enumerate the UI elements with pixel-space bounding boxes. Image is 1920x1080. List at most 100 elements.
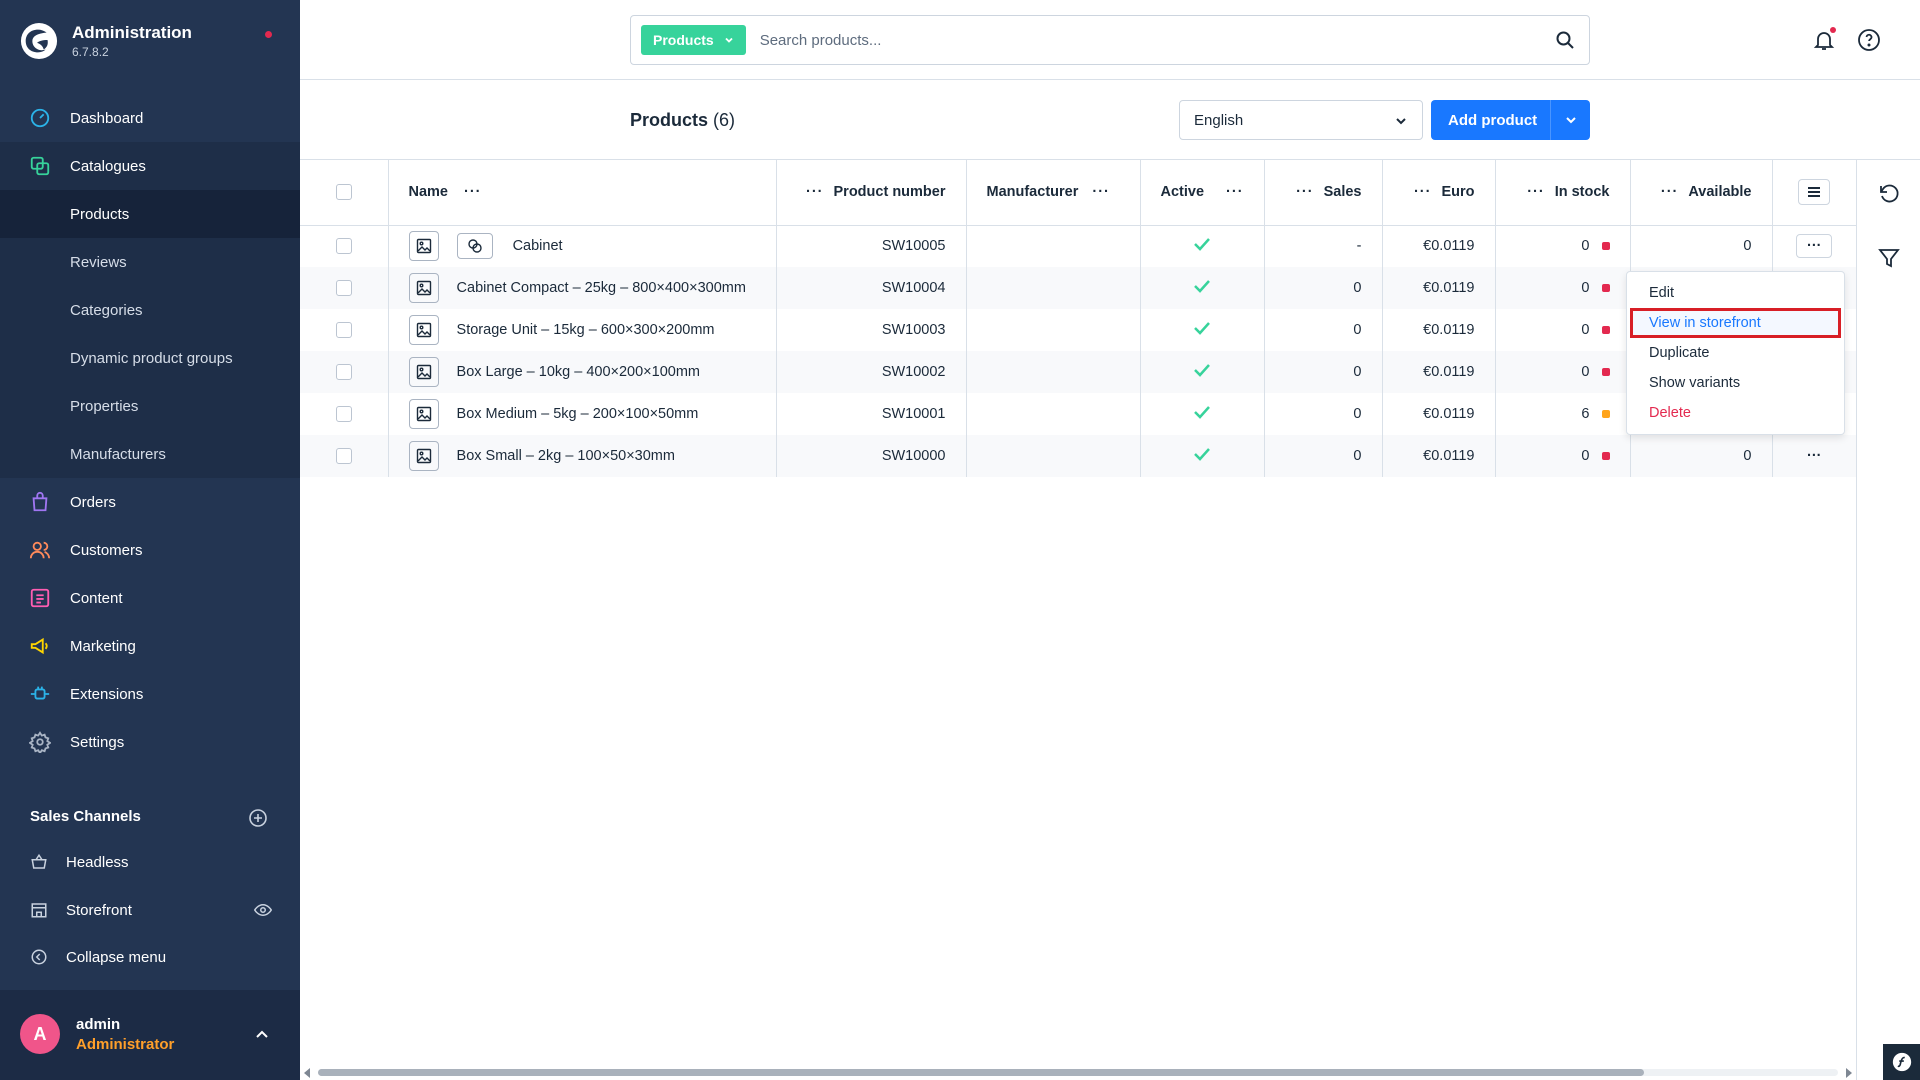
search-icon[interactable]	[1555, 30, 1575, 50]
sub-item-manufacturers[interactable]: Manufacturers	[0, 430, 300, 478]
nav-item-dashboard[interactable]: Dashboard	[0, 94, 300, 142]
language-select[interactable]: English	[1179, 100, 1423, 140]
checkmark-icon	[1194, 280, 1210, 293]
nav-item-catalogues[interactable]: Catalogues	[0, 142, 300, 190]
nav-item-content[interactable]: Content	[0, 574, 300, 622]
column-menu-icon[interactable]: ···	[464, 184, 482, 200]
add-sales-channel-icon[interactable]	[248, 808, 268, 828]
user-menu[interactable]: A admin Administrator	[0, 990, 300, 1080]
chevron-up-icon	[256, 1030, 268, 1038]
refresh-icon[interactable]	[1877, 182, 1901, 206]
row-checkbox[interactable]	[335, 238, 352, 255]
nav-item-customers[interactable]: Customers	[0, 526, 300, 574]
sub-item-products[interactable]: Products	[0, 190, 300, 238]
column-header-in-stock[interactable]: ··· In stock	[1495, 160, 1631, 226]
scrollbar-thumb[interactable]	[318, 1069, 1644, 1076]
column-header-available[interactable]: ··· Available	[1630, 160, 1773, 226]
row-checkbox[interactable]	[335, 322, 352, 339]
collapse-menu[interactable]: Collapse menu	[28, 937, 278, 977]
eye-icon[interactable]	[254, 901, 272, 919]
symfony-toolbar-icon[interactable]	[1883, 1044, 1920, 1080]
active-cell	[1140, 309, 1265, 351]
table-row[interactable]: Box Small – 2kg – 100×50×30mm SW10000 0 …	[300, 435, 1856, 477]
nav-item-marketing[interactable]: Marketing	[0, 622, 300, 670]
column-menu-icon[interactable]: ···	[1092, 184, 1110, 200]
product-name-link[interactable]: Storage Unit – 15kg – 600×300×200mm	[457, 322, 715, 338]
row-actions-button[interactable]: ···	[1796, 444, 1832, 468]
stock-status-indicator	[1601, 452, 1610, 461]
nav-item-extensions[interactable]: Extensions	[0, 670, 300, 718]
horizontal-scrollbar[interactable]	[300, 1064, 1856, 1080]
product-name-link[interactable]: Cabinet	[513, 238, 563, 254]
product-name-link[interactable]: Box Small – 2kg – 100×50×30mm	[457, 448, 675, 464]
column-menu-icon[interactable]: ···	[1296, 184, 1314, 200]
product-name-link[interactable]: Box Medium – 5kg – 200×100×50mm	[457, 406, 699, 422]
column-header-sales[interactable]: ··· Sales	[1264, 160, 1383, 226]
sub-item-reviews[interactable]: Reviews	[0, 238, 300, 286]
product-name-link[interactable]: Cabinet Compact – 25kg – 800×400×300mm	[457, 280, 746, 296]
sales-cell: 0	[1264, 267, 1383, 309]
search-type-button[interactable]: Products	[641, 25, 746, 55]
nav-item-settings[interactable]: Settings	[0, 718, 300, 766]
menu-item-delete[interactable]: Delete	[1627, 398, 1844, 428]
column-header-name[interactable]: Name ···	[388, 160, 777, 226]
product-name-link[interactable]: Box Large – 10kg – 400×200×100mm	[457, 364, 700, 380]
sub-item-categories[interactable]: Categories	[0, 286, 300, 334]
search-input[interactable]	[759, 31, 1540, 49]
stock-cell: 0	[1495, 267, 1631, 309]
table-row[interactable]: Box Medium – 5kg – 200×100×50mm SW10001 …	[300, 393, 1856, 435]
language-value: English	[1194, 111, 1244, 129]
select-all-checkbox[interactable]	[335, 184, 352, 201]
menu-item-view-in-storefront[interactable]: View in storefront	[1630, 308, 1841, 338]
scroll-right-arrow-icon[interactable]	[1846, 1068, 1852, 1078]
help-icon[interactable]	[1857, 28, 1881, 52]
symfony-logo-icon	[1892, 1052, 1911, 1072]
sales-channel-storefront[interactable]: Storefront	[28, 890, 278, 930]
chevron-down-icon	[1396, 118, 1406, 125]
notification-dot	[265, 31, 272, 38]
menu-item-duplicate[interactable]: Duplicate	[1627, 338, 1844, 368]
column-header-active[interactable]: Active ···	[1140, 160, 1265, 226]
filter-icon[interactable]	[1877, 246, 1901, 270]
column-menu-icon[interactable]: ···	[1414, 184, 1432, 200]
row-checkbox[interactable]	[335, 280, 352, 297]
price-cell: €0.0119	[1382, 225, 1496, 267]
add-product-button[interactable]: Add product	[1431, 100, 1590, 140]
sub-item-dynamic-product-groups[interactable]: Dynamic product groups	[0, 334, 300, 382]
table-row[interactable]: Cabinet SW10005 - €0.0119 0 0 ···	[300, 225, 1856, 267]
row-checkbox[interactable]	[335, 448, 352, 465]
menu-item-edit[interactable]: Edit	[1627, 278, 1844, 308]
add-product-dropdown[interactable]	[1550, 100, 1590, 140]
row-checkbox[interactable]	[335, 406, 352, 423]
product-name-cell: Cabinet Compact – 25kg – 800×400×300mm	[388, 267, 777, 309]
manufacturer-cell	[966, 225, 1141, 267]
page-title: Products (6)	[630, 110, 735, 131]
user-name: admin	[76, 1016, 121, 1033]
sub-item-properties[interactable]: Properties	[0, 382, 300, 430]
column-header-manufacturer[interactable]: Manufacturer ···	[966, 160, 1141, 226]
sales-channel-headless[interactable]: Headless	[28, 842, 278, 882]
column-menu-icon[interactable]: ···	[1527, 184, 1545, 200]
image-placeholder-icon	[408, 315, 439, 345]
table-row[interactable]: Cabinet Compact – 25kg – 800×400×300mm S…	[300, 267, 1856, 309]
sales-channels-title: Sales Channels	[30, 808, 141, 825]
column-header-product-number[interactable]: ··· Product number	[776, 160, 967, 226]
active-cell	[1140, 267, 1265, 309]
column-header-euro[interactable]: ··· Euro	[1382, 160, 1496, 226]
table-row[interactable]: Box Large – 10kg – 400×200×100mm SW10002…	[300, 351, 1856, 393]
column-menu-icon[interactable]: ···	[806, 184, 824, 200]
brand[interactable]: Administration 6.7.8.2	[20, 22, 192, 60]
nav-item-orders[interactable]: Orders	[0, 478, 300, 526]
gear-icon	[28, 730, 52, 754]
column-menu-icon[interactable]: ···	[1661, 184, 1679, 200]
row-checkbox[interactable]	[335, 364, 352, 381]
checkmark-icon	[1194, 364, 1210, 377]
product-name-cell: Box Small – 2kg – 100×50×30mm	[388, 435, 777, 477]
variants-icon[interactable]	[456, 233, 493, 260]
row-actions-button[interactable]: ···	[1796, 234, 1833, 259]
column-menu-icon[interactable]: ···	[1226, 184, 1244, 200]
menu-item-show-variants[interactable]: Show variants	[1627, 368, 1844, 398]
column-settings-button[interactable]	[1798, 179, 1831, 206]
scroll-left-arrow-icon[interactable]	[304, 1068, 310, 1078]
table-row[interactable]: Storage Unit – 15kg – 600×300×200mm SW10…	[300, 309, 1856, 351]
